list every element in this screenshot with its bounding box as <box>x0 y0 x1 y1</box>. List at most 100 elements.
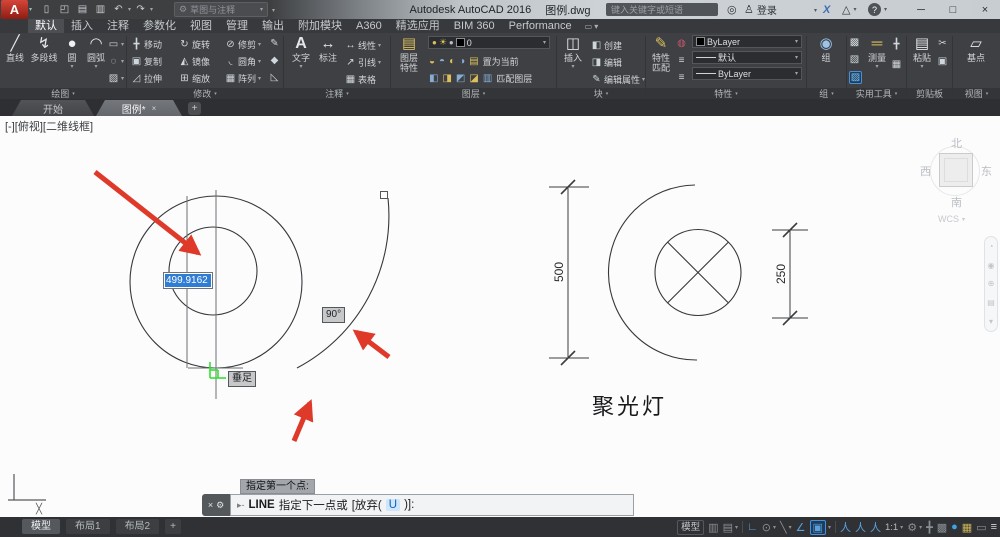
workspace-gear-icon[interactable]: ⚙ <box>907 521 917 534</box>
hatch-button[interactable]: ▨ ▾ <box>108 73 124 84</box>
add-layout-button[interactable]: + <box>165 519 181 534</box>
viewcube-south[interactable]: 南 <box>951 194 962 210</box>
hardware-acceleration-icon[interactable]: ▦ <box>962 521 972 534</box>
group-button[interactable]: ◉ 组 <box>811 35 841 63</box>
calculator-button[interactable]: ▦ <box>891 59 902 70</box>
sign-in-button[interactable]: ♙ 登录 <box>744 0 777 19</box>
lineweight-dropdown[interactable]: 默认 ▾ <box>692 51 802 64</box>
text-button[interactable]: A 文字 ▾ <box>289 35 313 70</box>
viewcube-north[interactable]: 北 <box>951 135 962 151</box>
save-icon[interactable]: ▤ <box>74 4 91 15</box>
command-input[interactable]: ▸- LINE 指定下一点或 [放弃(U)]: <box>230 494 634 516</box>
base-point-button[interactable]: ▱ 基点 <box>961 35 991 63</box>
linetype-dropdown[interactable]: ByLayer ▾ <box>692 67 802 80</box>
paste-button[interactable]: ▤ 粘贴 ▾ <box>909 35 935 70</box>
panel-annotation-label[interactable]: 注释 ▾ <box>284 88 390 99</box>
measure-button[interactable]: ═ 测量 ▾ <box>864 35 890 70</box>
circle-dropdown-icon[interactable]: ▾ <box>70 63 73 70</box>
command-close-icon[interactable]: × <box>208 500 213 510</box>
layer-select-dropdown[interactable]: ● ☀ ● 0 ▾ <box>428 36 550 49</box>
layer-unisolate-icon[interactable]: ◧ <box>429 73 438 84</box>
color-palette-button[interactable]: ◍ <box>676 38 687 49</box>
erase-button[interactable]: ✎ <box>269 38 280 49</box>
ribbon-tab-parametric[interactable]: 参数化 <box>136 19 183 33</box>
layer-lock2-icon[interactable]: ◑ <box>459 56 465 67</box>
copy-clip-button[interactable]: ▣ <box>937 56 948 67</box>
rotate-button[interactable]: ↻ 旋转 <box>179 38 210 51</box>
clean-screen-icon[interactable]: ▭ <box>976 521 986 534</box>
move-button[interactable]: ╋ 移动 <box>131 38 162 51</box>
insert-block-button[interactable]: ◫ 插入 ▾ <box>559 35 587 70</box>
qat-more-icon[interactable]: ▾ <box>272 7 275 14</box>
layout1-tab[interactable]: 布局1 <box>66 519 110 534</box>
grid-icon[interactable]: ▥ <box>708 521 718 534</box>
panel-group-label[interactable]: 组 ▾ <box>807 88 846 99</box>
polar-tracking-icon[interactable]: ⊙ <box>762 521 771 534</box>
line-button[interactable]: ╱ 直线 <box>2 35 28 63</box>
autoscale-icon[interactable]: 人 <box>855 519 866 535</box>
annotation-scale-icon[interactable]: 人 <box>870 519 881 535</box>
layer-thaw-icon[interactable]: ◨ <box>442 73 451 84</box>
open-file-icon[interactable]: ◰ <box>56 4 73 15</box>
panel-view-label[interactable]: 视图 ▾ <box>953 88 1000 99</box>
ribbon-tab-bim360[interactable]: BIM 360 <box>447 19 502 33</box>
copy-button[interactable]: ▣ 复制 <box>131 55 162 68</box>
otrack-icon[interactable]: ∠ <box>796 521 806 534</box>
isolate-objects-icon[interactable]: ● <box>951 521 958 533</box>
ribbon-tab-featured-apps[interactable]: 精选应用 <box>389 19 447 33</box>
a360-button[interactable]: X <box>823 0 830 19</box>
ribbon-tab-a360[interactable]: A360 <box>349 19 389 33</box>
file-tab-doc[interactable]: 图例* × <box>96 100 182 116</box>
viewcube-face[interactable] <box>939 153 973 187</box>
wcs-dropdown[interactable]: WCS ▾ <box>938 214 965 224</box>
panel-layers-label[interactable]: 图层 ▾ <box>391 88 556 99</box>
annotation-monitor-icon[interactable]: ╋ <box>926 521 933 534</box>
ribbon-tab-manage[interactable]: 管理 <box>219 19 255 33</box>
customize-menu-icon[interactable]: ≡ <box>991 521 997 533</box>
ribbon-tab-output[interactable]: 输出 <box>255 19 291 33</box>
maximize-button[interactable]: □ <box>938 0 968 19</box>
match-properties-button[interactable]: ✎ 特性 匹配 <box>647 35 675 73</box>
leader-button[interactable]: ↗ 引线 ▾ <box>345 56 381 69</box>
file-tab-start[interactable]: 开始 <box>12 100 94 116</box>
scale-button[interactable]: ⊞ 缩放 <box>179 72 210 85</box>
help-button[interactable]: ? ▾ <box>868 0 887 19</box>
panel-utilities-label[interactable]: 实用工具 ▾ <box>847 88 906 99</box>
redo-icon[interactable]: ↷ <box>132 4 149 15</box>
scale-value[interactable]: 1:1 <box>885 522 898 533</box>
model-space-button[interactable]: 模型 <box>677 519 705 535</box>
signin-dropdown-icon[interactable]: ▾ <box>814 7 817 14</box>
polyline-button[interactable]: ↯ 多段线 <box>28 35 60 63</box>
search-button[interactable]: ◎ <box>727 0 737 19</box>
table-button[interactable]: ▦ 表格 <box>345 73 376 86</box>
trim-button[interactable]: ⊘ 修剪 ▾ <box>225 38 261 51</box>
steering-wheel-icon[interactable]: ◔ <box>989 242 994 251</box>
edit-block-button[interactable]: ◨ 编辑 <box>591 56 622 69</box>
ribbon-tab-home[interactable]: 默认 <box>28 19 64 33</box>
fillet-button[interactable]: ◟ 圆角 ▾ <box>225 55 261 68</box>
explode-button[interactable]: ◆ <box>269 55 280 66</box>
point-button[interactable]: ╋ <box>891 39 902 50</box>
workspace-dropdown[interactable]: ⚙ 草图与注释 ▾ <box>174 2 268 17</box>
ribbon-tab-annotate[interactable]: 注释 <box>100 19 136 33</box>
exchange-apps-button[interactable]: △ ▾ <box>842 0 856 19</box>
dynamic-dimension-input[interactable] <box>163 272 213 289</box>
layer-on2-icon[interactable]: ◪ <box>469 73 478 84</box>
plot-icon[interactable]: ▥ <box>92 4 109 15</box>
command-option-key[interactable]: U <box>385 499 401 511</box>
offset-button[interactable]: ◺ <box>269 72 280 83</box>
distance-button[interactable]: ▩ <box>849 37 860 48</box>
undo-icon[interactable]: ↶ <box>110 4 127 15</box>
pan-icon[interactable]: ◉ <box>988 261 995 270</box>
arc-dropdown-icon[interactable]: ▾ <box>94 63 97 70</box>
navbar-more-icon[interactable]: ▾ <box>989 317 993 326</box>
layer-unlock-icon[interactable]: ◩ <box>456 73 465 84</box>
viewcube-east[interactable]: 东 <box>981 163 992 179</box>
ribbon-tab-performance[interactable]: Performance <box>502 19 579 33</box>
close-button[interactable]: × <box>970 0 1000 19</box>
make-current-button[interactable]: 置为当前 <box>483 55 519 68</box>
layer-isolate-icon[interactable]: ◓ <box>439 56 445 67</box>
layer-freeze2-icon[interactable]: ◐ <box>449 56 455 67</box>
list-button[interactable]: ≡ <box>676 55 687 66</box>
viewport-controls-label[interactable]: [-][俯视][二维线框] <box>5 118 93 134</box>
